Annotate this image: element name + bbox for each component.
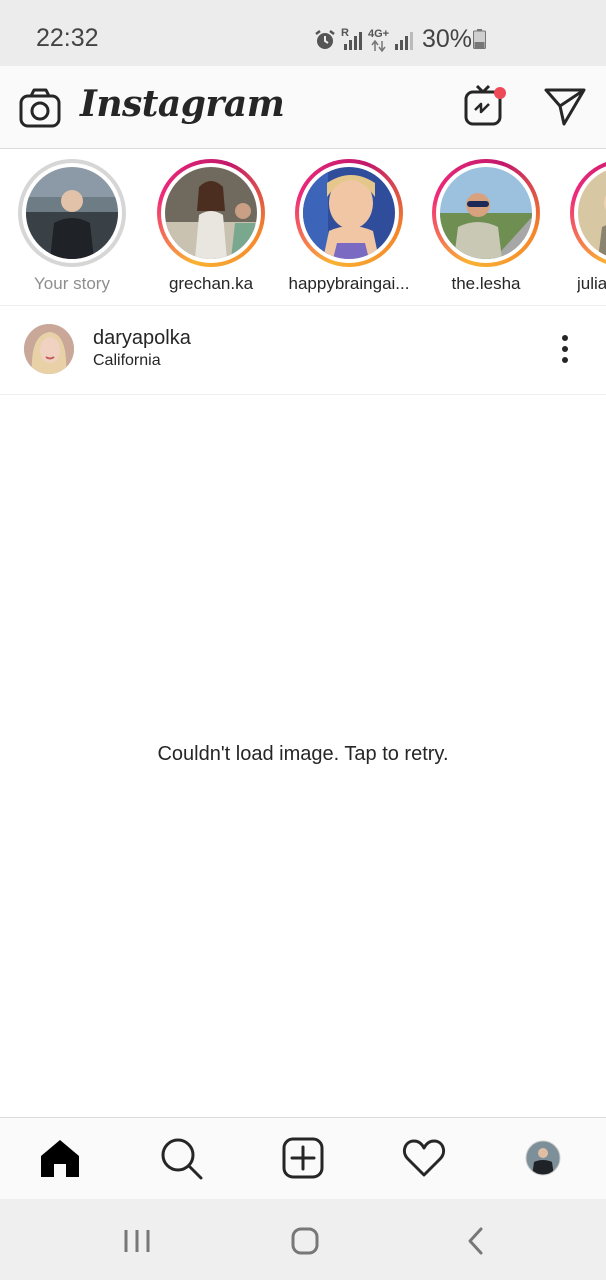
top-app-bar: Instagram (0, 66, 606, 149)
post-username[interactable]: daryapolka (93, 327, 191, 350)
signal-icon-2 (395, 32, 413, 50)
instagram-logo: Instagram (80, 83, 285, 125)
activity-heart-icon[interactable] (402, 1136, 446, 1180)
story-avatar (578, 167, 606, 259)
recent-apps-icon[interactable] (122, 1226, 152, 1256)
story-julia[interactable]: julia (559, 159, 606, 299)
status-bar: 22:32 R 4G+ 30% (0, 0, 606, 66)
story-username: the.lesha (451, 274, 521, 293)
back-icon[interactable] (461, 1226, 491, 1256)
story-username: grechan.ka (168, 274, 254, 293)
story-username: julia (577, 274, 606, 293)
story-happybraingai[interactable]: happybraingai... (284, 159, 414, 299)
image-error-retry-text[interactable]: Couldn't load image. Tap to retry. (0, 743, 606, 766)
signal-icon (344, 32, 362, 50)
network-4g-icon: 4G+ (368, 28, 390, 40)
story-username: Your story (34, 274, 110, 293)
search-icon[interactable] (159, 1136, 203, 1180)
add-post-icon[interactable] (281, 1136, 325, 1180)
post-image-area[interactable]: Couldn't load image. Tap to retry. (0, 395, 606, 1117)
bottom-tab-bar (0, 1117, 606, 1200)
story-ring (432, 159, 540, 267)
story-avatar (26, 167, 118, 259)
post-header: daryapolka California (0, 306, 606, 395)
story-avatar (303, 167, 395, 259)
home-button-icon[interactable] (290, 1226, 320, 1256)
story-your-story[interactable]: Your story (7, 159, 137, 299)
system-navigation-bar (0, 1199, 606, 1280)
alarm-icon (315, 30, 335, 49)
data-arrows-icon (371, 40, 386, 52)
story-grechan-ka[interactable]: grechan.ka (146, 159, 276, 299)
story-avatar (165, 167, 257, 259)
camera-icon[interactable] (19, 87, 61, 129)
status-time: 22:32 (36, 24, 99, 52)
story-the-lesha[interactable]: the.lesha (421, 159, 551, 299)
igtv-icon[interactable] (464, 84, 506, 126)
battery-icon (473, 29, 486, 49)
profile-avatar[interactable] (525, 1140, 561, 1176)
direct-message-icon[interactable] (544, 86, 586, 126)
notification-dot (494, 87, 506, 99)
story-ring (570, 159, 606, 267)
story-ring (295, 159, 403, 267)
story-ring (157, 159, 265, 267)
post-location[interactable]: California (93, 352, 161, 370)
stories-tray: Your story grechan.ka happybraingai... t… (0, 149, 606, 306)
home-icon[interactable] (38, 1136, 82, 1180)
post-author-avatar[interactable] (24, 324, 74, 374)
story-ring (18, 159, 126, 267)
battery-percent: 30% (422, 25, 473, 53)
story-username: happybraingai... (288, 274, 410, 293)
story-avatar (440, 167, 532, 259)
more-options-icon[interactable] (552, 332, 578, 368)
